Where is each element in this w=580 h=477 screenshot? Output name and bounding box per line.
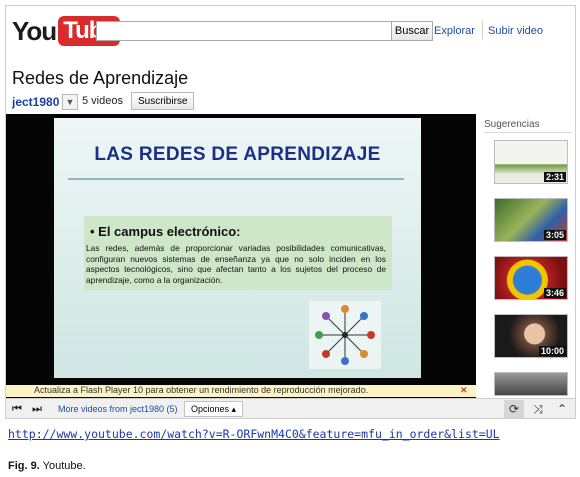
suggestion-thumbnail[interactable]: 2:31 xyxy=(494,140,568,184)
shuffle-icon[interactable]: ⤨ xyxy=(528,400,548,418)
caption-label: Fig. 9. xyxy=(8,460,40,472)
video-title: Redes de Aprendizaje xyxy=(12,68,189,88)
explore-link[interactable]: Explorar xyxy=(434,25,475,37)
presentation-slide: LAS REDES DE APRENDIZAJE • El campus ele… xyxy=(54,118,421,378)
nav-divider xyxy=(482,21,483,39)
suggestions-divider xyxy=(484,132,572,133)
suggestion-thumbnail[interactable]: 3:05 xyxy=(494,198,568,242)
duration-badge: 3:05 xyxy=(543,230,566,240)
search-input[interactable] xyxy=(96,21,394,41)
slide-divider xyxy=(68,178,404,180)
logo-you: You xyxy=(12,15,57,46)
duration-badge: 2:31 xyxy=(543,172,566,182)
options-button[interactable]: Opciones ▴ xyxy=(184,401,244,417)
close-icon[interactable]: ✕ xyxy=(460,385,470,395)
subscribe-button[interactable]: Suscribirse xyxy=(131,92,195,110)
expand-up-icon[interactable]: ⌃ xyxy=(552,400,572,418)
next-icon[interactable]: ⏭ xyxy=(32,401,42,417)
figure-caption: Fig. 9. Youtube. xyxy=(8,460,86,472)
slide-body-text: Las redes, además de proporcionar variad… xyxy=(86,243,386,285)
suggestion-thumbnail[interactable]: 10:00 xyxy=(494,314,568,358)
video-count: 5 videos xyxy=(82,95,123,107)
suggestion-thumbnail[interactable]: 3:46 xyxy=(494,256,568,300)
chevron-down-icon[interactable]: ▼ xyxy=(62,94,78,110)
slide-subtitle: • El campus electrónico: xyxy=(90,224,241,239)
duration-badge: 10:00 xyxy=(538,346,566,356)
slide-title: LAS REDES DE APRENDIZAJE xyxy=(94,144,381,165)
upload-link[interactable]: Subir video xyxy=(488,25,543,37)
flash-notice-bar[interactable]: Actualiza a Flash Player 10 para obtener… xyxy=(6,385,476,397)
flash-notice-text: Actualiza a Flash Player 10 para obtener… xyxy=(34,385,369,395)
search-button[interactable]: Buscar xyxy=(391,21,433,41)
source-url[interactable]: http://www.youtube.com/watch?v=R-ORFwnM4… xyxy=(8,427,500,441)
previous-icon[interactable]: ⏮ xyxy=(12,401,22,417)
more-videos-link[interactable]: More videos from ject1980 (5) xyxy=(58,404,178,414)
player-controls: ⏮ ⏭ More videos from ject1980 (5) Opcion… xyxy=(6,398,575,418)
channel-link[interactable]: ject1980 xyxy=(12,95,59,109)
browser-frame: You Tube Buscar Explorar Subir video Red… xyxy=(5,5,576,419)
caption-text: Youtube. xyxy=(42,460,86,472)
suggestions-label: Sugerencias xyxy=(484,119,540,130)
duration-badge: 3:46 xyxy=(543,288,566,298)
autoplay-icon[interactable]: ⟳ xyxy=(504,400,524,418)
video-player[interactable]: LAS REDES DE APRENDIZAJE • El campus ele… xyxy=(6,114,476,414)
suggestion-thumbnail[interactable] xyxy=(494,372,568,396)
network-people-icon xyxy=(309,301,381,369)
